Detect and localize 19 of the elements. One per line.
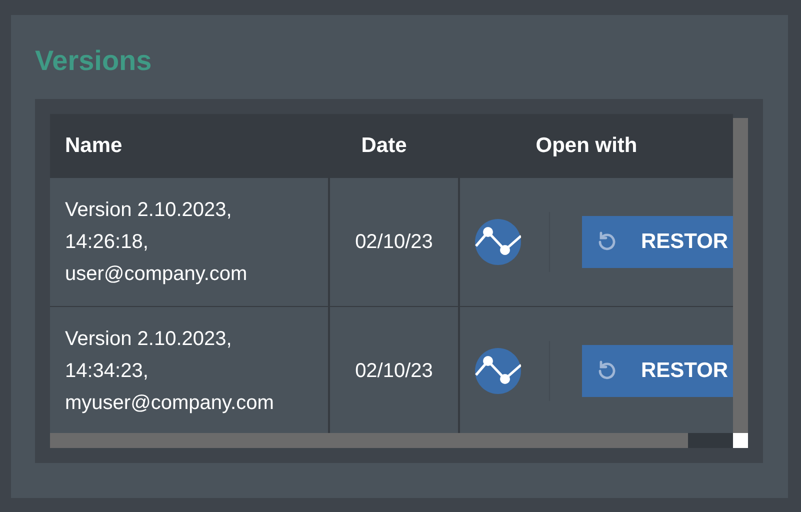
column-header: Date — [360, 132, 408, 159]
panel-title: Versions — [35, 44, 153, 78]
version-name-line: user@company.com — [65, 262, 248, 287]
table-cell: 02/10/23 — [330, 307, 458, 433]
restore-button[interactable]: RESTOR — [582, 345, 733, 397]
version-name-line: 14:26:18, — [65, 230, 150, 255]
column-header: Open with — [534, 132, 638, 159]
scrollbar-corner — [733, 433, 748, 448]
version-name-line: myuser@company.com — [65, 391, 275, 416]
line-chart-icon — [475, 348, 521, 394]
table-cell: 02/10/23 — [330, 178, 458, 306]
version-name-line: Version 2.10.2023, — [65, 198, 233, 223]
column-header: Name — [64, 132, 124, 159]
version-name-line: Version 2.10.2023, — [65, 327, 233, 352]
restore-button[interactable]: RESTOR — [582, 216, 733, 268]
version-name-line: 14:34:23, — [65, 359, 150, 384]
horizontal-scrollbar[interactable] — [50, 433, 688, 448]
line-chart-icon — [475, 219, 521, 265]
vertical-scrollbar[interactable] — [733, 118, 748, 433]
